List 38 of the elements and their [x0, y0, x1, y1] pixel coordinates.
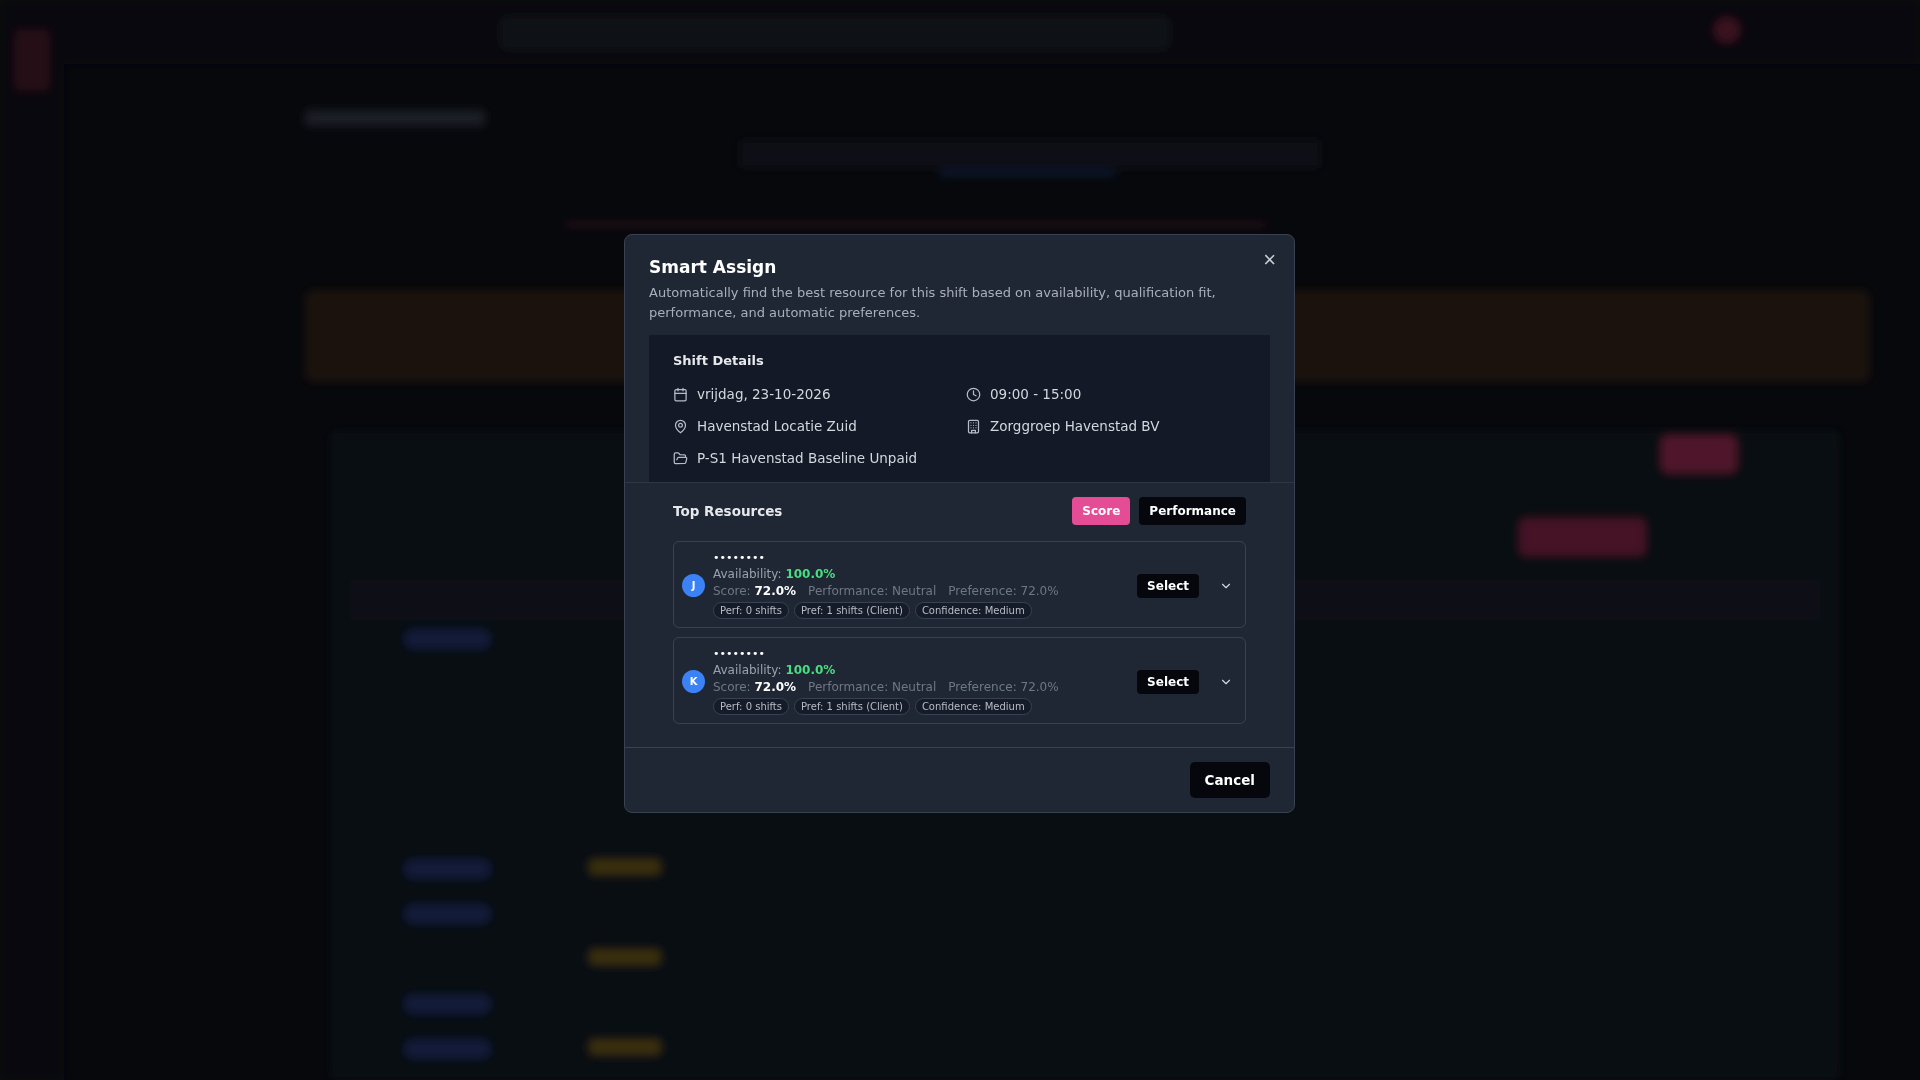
select-button[interactable]: Select [1137, 573, 1199, 598]
detail-text: Havenstad Locatie Zuid [697, 418, 857, 434]
building-icon [966, 418, 981, 434]
sort-button[interactable]: Performance [1139, 497, 1246, 525]
close-button[interactable]: × [1259, 245, 1280, 275]
availability-text: Availability: 100.0% [713, 663, 837, 677]
avatar: J [682, 574, 705, 597]
score-text: Score: 72.0% [713, 584, 797, 598]
preference-text: Preference: 72.0% [948, 680, 1059, 694]
select-button[interactable]: Select [1137, 669, 1199, 694]
dialog-description: Automatically find the best resource for this shift based on availability, qualification fit, performance, and automatic preferences. [649, 284, 1217, 322]
tag: Pref: 1 shifts (Client) [794, 602, 910, 619]
dialog-title: Smart Assign [649, 257, 778, 277]
tag: Pref: 1 shifts (Client) [794, 698, 910, 715]
tag: Perf: 0 shifts [713, 698, 789, 715]
performance-text: Performance: Neutral [808, 584, 937, 598]
sort-button[interactable]: Score [1072, 497, 1131, 525]
clock-icon [966, 386, 981, 402]
resource-name: •••••••• [713, 648, 766, 660]
map-pin-icon [673, 418, 688, 434]
detail-text: vrijdag, 23-10-2026 [697, 386, 831, 402]
cancel-button[interactable]: Cancel [1189, 762, 1270, 798]
calendar-icon [673, 386, 688, 402]
detail-text: 09:00 - 15:00 [990, 386, 1082, 402]
section-heading: Top Resources [673, 503, 783, 519]
detail-text: Zorggroep Havenstad BV [990, 418, 1160, 434]
resource-name: •••••••• [713, 552, 766, 564]
folder-icon [673, 450, 688, 466]
tag: Perf: 0 shifts [713, 602, 789, 619]
section-heading: Shift Details [673, 353, 765, 368]
tag: Confidence: Medium [914, 602, 1032, 619]
preference-text: Preference: 72.0% [948, 584, 1059, 598]
availability-text: Availability: 100.0% [713, 567, 837, 581]
tag: Confidence: Medium [914, 698, 1032, 715]
detail-text: P-S1 Havenstad Baseline Unpaid [697, 450, 918, 466]
performance-text: Performance: Neutral [808, 680, 937, 694]
avatar: K [682, 670, 705, 693]
score-text: Score: 72.0% [713, 680, 797, 694]
